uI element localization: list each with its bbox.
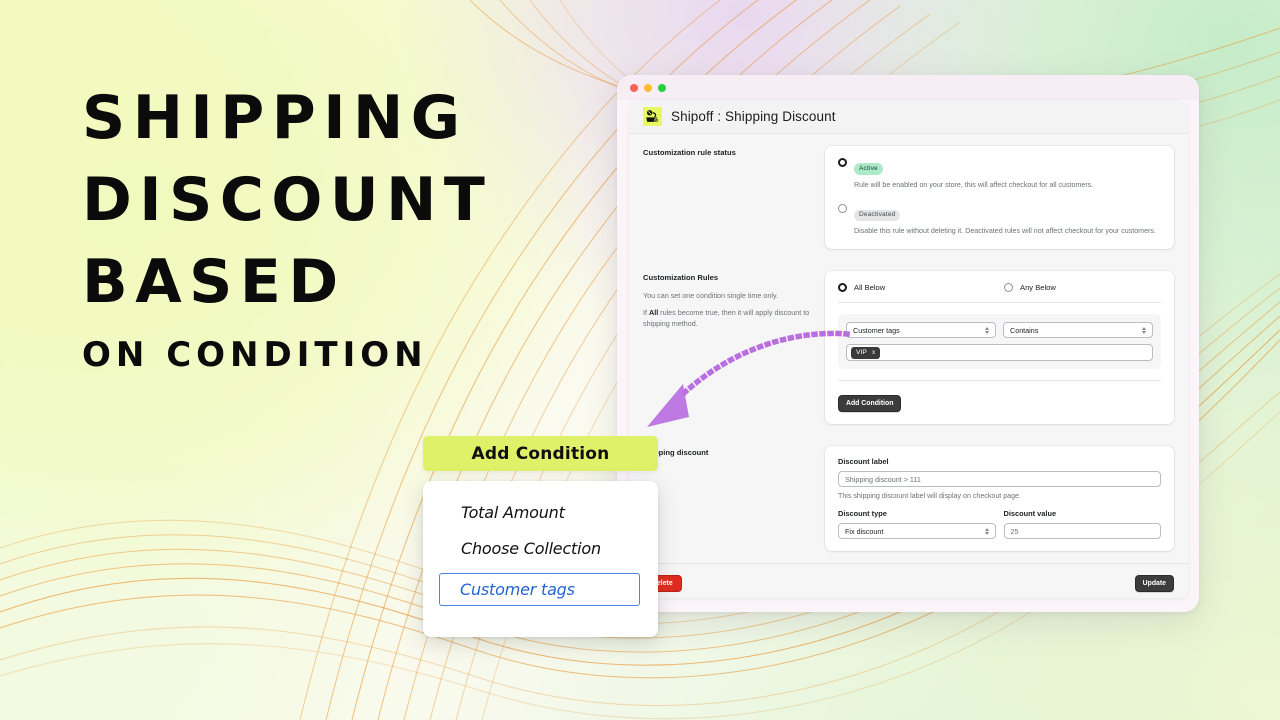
discount-label-input[interactable]: Shipping discount > 111 <box>838 471 1161 488</box>
chevron-updown-icon <box>984 527 989 535</box>
discount-label-col: shipping discount <box>643 434 825 551</box>
window-chrome <box>617 75 1199 100</box>
discount-type-select[interactable]: Fix discount <box>838 523 996 540</box>
condition-field-select[interactable]: Customer tags <box>846 322 996 339</box>
status-badge-active: Active <box>854 163 883 176</box>
window-maximize-dot[interactable] <box>658 83 666 92</box>
rules-note-1: You can set one condition single time on… <box>643 290 779 300</box>
window-close-dot[interactable] <box>630 83 638 92</box>
rules-card: All Below Any Below Customer tags Contai… <box>825 271 1174 425</box>
condition-group: Customer tags Contains VIP x <box>838 314 1161 370</box>
discount-label-help: This shipping discount label will displa… <box>838 492 1021 501</box>
condition-type-dropdown: Total Amount Choose Collection Customer … <box>423 481 658 637</box>
app-header: Shipoff : Shipping Discount <box>629 100 1188 134</box>
rule-status-label-col: Customization rule status <box>643 134 825 249</box>
discount-value-input[interactable]: 25 <box>1003 523 1161 540</box>
match-option-any-below-label: Any Below <box>1020 282 1056 292</box>
add-condition-callout-banner: Add Condition <box>423 436 658 471</box>
chevron-updown-icon <box>985 326 989 334</box>
match-option-any-below[interactable]: Any Below <box>1004 282 1056 293</box>
rule-status-card: Active Rule will be enabled on your stor… <box>825 146 1174 250</box>
condition-field-value: Customer tags <box>853 325 900 335</box>
radio-deactivated[interactable] <box>838 204 847 214</box>
discount-value-value: 25 <box>1010 526 1019 536</box>
footer-action-bar: Delete Update <box>629 563 1188 593</box>
section-rule-status: Customization rule status Active Rule wi… <box>629 134 1188 250</box>
app-title: Shipoff : Shipping Discount <box>671 109 836 124</box>
headline-line-2: DISCOUNT <box>82 165 493 235</box>
headline-line-3: BASED <box>82 247 346 317</box>
chevron-updown-icon <box>1142 326 1146 334</box>
discount-value-group: Discount value 25 <box>1003 509 1161 540</box>
radio-all-below[interactable] <box>838 283 847 293</box>
match-option-all-below[interactable]: All Below <box>838 282 1004 293</box>
tag-chip[interactable]: VIP x <box>851 346 881 359</box>
discount-label-title: Discount label <box>838 457 889 467</box>
add-condition-callout-label: Add Condition <box>471 443 610 464</box>
callout-arrow <box>647 330 850 427</box>
discount-card: Discount label Shipping discount > 111 T… <box>825 446 1174 552</box>
condition-operator-value: Contains <box>1010 325 1039 335</box>
condition-operator-select[interactable]: Contains <box>1003 322 1153 339</box>
rules-divider-top <box>838 302 1161 304</box>
shipping-discount-icon <box>643 107 662 126</box>
add-condition-row: Add Condition <box>838 380 1161 413</box>
status-option-deactivated[interactable]: Deactivated Disable this rule without de… <box>838 203 1161 237</box>
discount-value-title: Discount value <box>1003 509 1057 519</box>
discount-section-title: shipping discount <box>643 448 709 458</box>
dropdown-option-customer-tags[interactable]: Customer tags <box>439 573 640 606</box>
dropdown-option-total-amount[interactable]: Total Amount <box>441 501 640 524</box>
discount-type-value-row: Discount type Fix discount Discount valu… <box>838 509 1161 540</box>
condition-tags-input[interactable]: VIP x <box>846 344 1153 362</box>
rules-title: Customization Rules <box>643 273 719 283</box>
discount-type-group: Discount type Fix discount <box>838 509 996 540</box>
rule-status-title: Customization rule status <box>643 148 736 157</box>
page-headline: SHIPPING DISCOUNT BASED ON CONDITION <box>82 88 552 372</box>
discount-type-title: Discount type <box>838 509 887 519</box>
headline-line-4: ON CONDITION <box>82 335 428 375</box>
status-option-active[interactable]: Active Rule will be enabled on your stor… <box>838 157 1161 191</box>
headline-line-1: SHIPPING <box>82 83 468 153</box>
match-option-all-below-label: All Below <box>854 282 886 292</box>
status-badge-deactivated: Deactivated <box>854 209 901 222</box>
dropdown-option-choose-collection[interactable]: Choose Collection <box>441 537 640 560</box>
status-active-description: Rule will be enabled on your store, this… <box>854 181 1094 190</box>
rules-note-2-bold: All <box>649 308 659 318</box>
status-deactivated-description: Disable this rule without deleting it. D… <box>854 227 1156 236</box>
section-shipping-discount: shipping discount Discount label Shippin… <box>629 434 1188 552</box>
window-minimize-dot[interactable] <box>644 83 652 92</box>
discount-label-value: Shipping discount > 111 <box>845 474 921 484</box>
radio-active[interactable] <box>838 158 847 167</box>
update-button[interactable]: Update <box>1134 575 1174 593</box>
condition-row: Customer tags Contains <box>846 322 1153 339</box>
rules-match-options: All Below Any Below <box>838 282 1161 302</box>
tag-remove-icon[interactable]: x <box>872 349 875 356</box>
discount-type-value: Fix discount <box>845 526 884 536</box>
radio-any-below[interactable] <box>1004 283 1013 293</box>
tag-chip-label: VIP <box>856 349 867 357</box>
